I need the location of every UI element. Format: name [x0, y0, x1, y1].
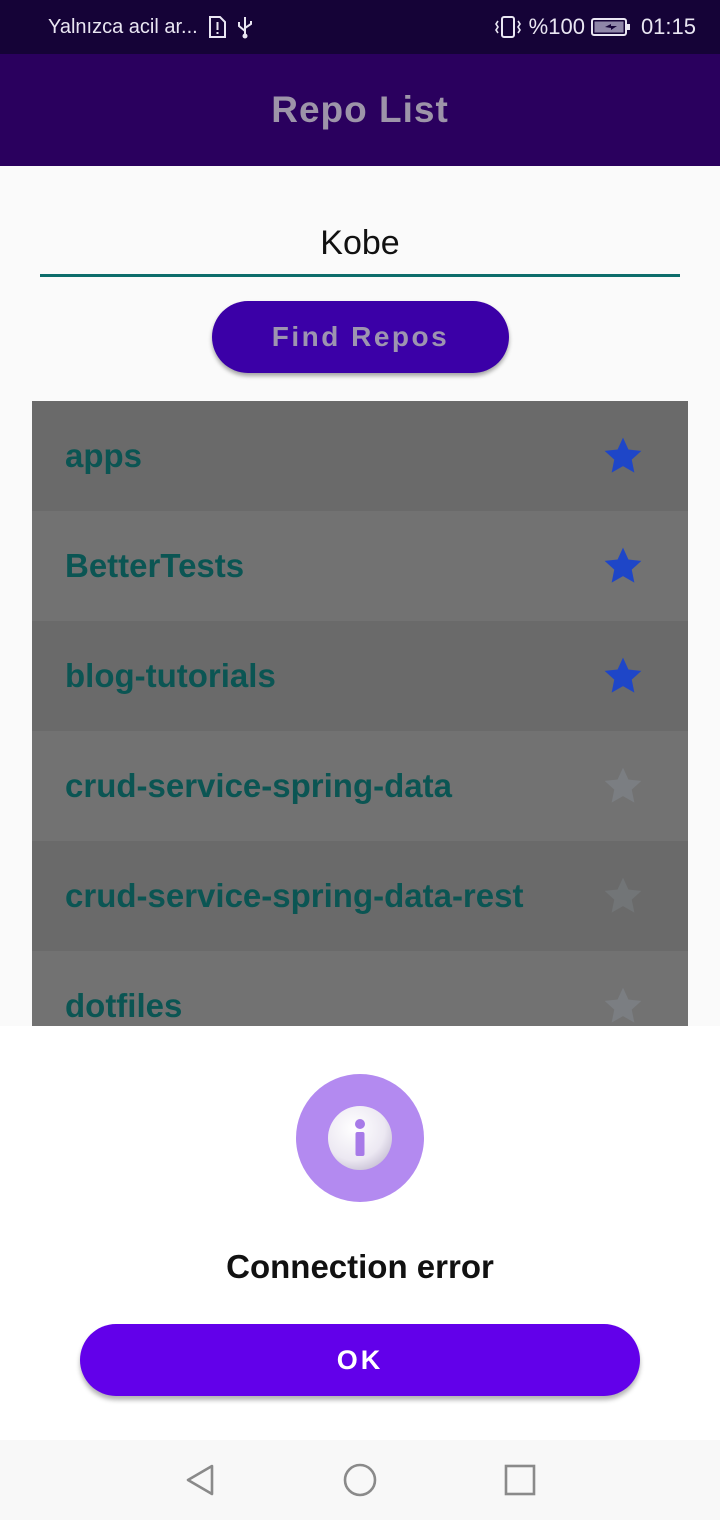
list-item[interactable]: blog-tutorials: [32, 621, 688, 731]
usb-icon: [236, 15, 254, 39]
battery-percent: %100: [528, 14, 585, 39]
error-dialog: Connection error OK: [0, 1026, 720, 1440]
search-input[interactable]: [40, 212, 680, 277]
vibrate-icon: [493, 15, 523, 39]
sim-alert-icon: [208, 16, 226, 38]
main-content: Find Repos apps BetterTests blog-tutoria…: [0, 166, 720, 1061]
battery-charging-icon: [590, 17, 631, 37]
home-icon[interactable]: [342, 1462, 378, 1498]
star-filled-icon[interactable]: [602, 435, 644, 477]
find-repos-button[interactable]: Find Repos: [212, 301, 509, 373]
dialog-title: Connection error: [226, 1248, 494, 1285]
info-icon-badge: [296, 1074, 424, 1202]
recents-icon[interactable]: [502, 1462, 538, 1498]
ok-button[interactable]: OK: [80, 1324, 640, 1396]
back-icon[interactable]: [182, 1462, 218, 1498]
repo-name: BetterTests: [65, 547, 245, 584]
list-item[interactable]: crud-service-spring-data-rest: [32, 841, 688, 951]
repo-name: dotfiles: [65, 987, 183, 1024]
repo-name: crud-service-spring-data-rest: [65, 877, 524, 914]
repo-name: apps: [65, 437, 143, 474]
app-screen: Yalnızca acil ar... %100 01:15 Repo List…: [0, 0, 720, 1520]
star-outline-icon[interactable]: [602, 765, 644, 807]
repo-name: blog-tutorials: [65, 657, 276, 694]
status-bar: Yalnızca acil ar... %100 01:15: [0, 0, 720, 54]
star-outline-icon[interactable]: [602, 985, 644, 1027]
repo-list: apps BetterTests blog-tutorials crud-ser…: [32, 401, 688, 1061]
list-item[interactable]: BetterTests: [32, 511, 688, 621]
star-filled-icon[interactable]: [602, 545, 644, 587]
info-icon: [328, 1106, 392, 1170]
repo-name: crud-service-spring-data: [65, 767, 452, 804]
status-right: %100 01:15: [493, 0, 696, 54]
navigation-bar: [0, 1440, 720, 1520]
carrier-text: Yalnızca acil ar...: [48, 15, 198, 38]
app-toolbar: Repo List: [0, 54, 720, 166]
status-left: Yalnızca acil ar...: [48, 0, 254, 54]
clock: 01:15: [640, 14, 696, 39]
list-item[interactable]: apps: [32, 401, 688, 511]
star-filled-icon[interactable]: [602, 655, 644, 697]
star-outline-icon[interactable]: [602, 875, 644, 917]
list-item[interactable]: crud-service-spring-data: [32, 731, 688, 841]
page-title: Repo List: [271, 89, 449, 130]
